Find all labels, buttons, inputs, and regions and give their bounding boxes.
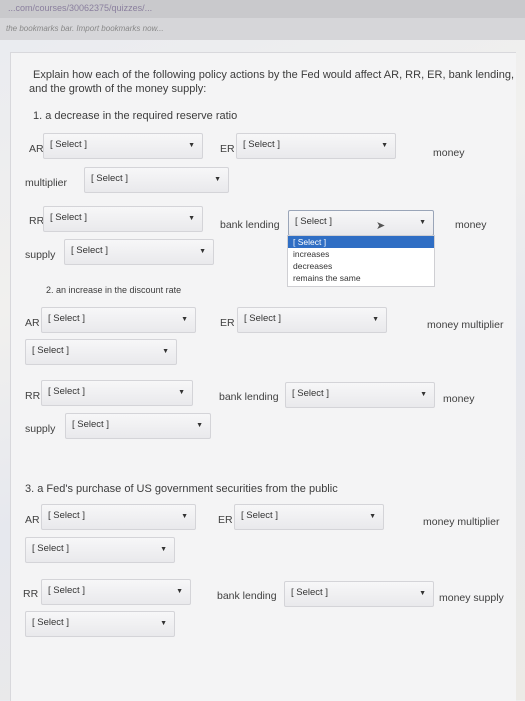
select-value: [ Select ] [243, 139, 280, 150]
select-supply-1[interactable]: [ Select ] ▼ [64, 239, 214, 265]
select-value: [ Select ] [48, 313, 85, 324]
select-ar-2[interactable]: [ Select ] ▼ [41, 307, 196, 333]
dropdown-option[interactable]: increases [288, 248, 434, 260]
select-value: [ Select ] [32, 543, 69, 554]
dropdown-arrow-icon: ▼ [160, 620, 167, 627]
dropdown-arrow-icon: ▼ [420, 391, 427, 398]
dropdown-arrow-icon: ▼ [214, 176, 221, 183]
dropdown-arrow-icon: ▼ [176, 588, 183, 595]
select-rr-3[interactable]: [ Select ] ▼ [41, 579, 191, 605]
url-text: ...com/courses/30062375/quizzes/... [8, 3, 153, 13]
question-prompt-line1: Explain how each of the following policy… [33, 69, 515, 81]
dropdown-arrow-icon: ▼ [419, 219, 426, 226]
section-2-title: 2. an increase in the discount rate [46, 285, 182, 295]
dropdown-arrow-icon: ▼ [188, 142, 195, 149]
select-money-multiplier-2[interactable]: [ Select ] ▼ [25, 339, 177, 365]
label-money-multiplier-2: money multiplier [427, 319, 504, 331]
dropdown-arrow-icon: ▼ [181, 316, 188, 323]
select-ar-1[interactable]: [ Select ] ▼ [43, 133, 203, 159]
select-value: [ Select ] [292, 388, 329, 399]
label-ar-1: AR [29, 143, 44, 155]
bookmarks-bar: the bookmarks bar. Import bookmarks now.… [0, 18, 525, 40]
select-supply-2[interactable]: [ Select ] ▼ [65, 413, 211, 439]
select-ar-3[interactable]: [ Select ] ▼ [41, 504, 196, 530]
label-bank-lending-2: bank lending [219, 391, 279, 403]
select-er-2[interactable]: [ Select ] ▼ [237, 307, 387, 333]
select-er-1[interactable]: [ Select ] ▼ [236, 133, 396, 159]
bookmarks-bar-text[interactable]: the bookmarks bar. Import bookmarks now.… [6, 24, 164, 33]
select-money-supply-3[interactable]: [ Select ] ▼ [25, 611, 175, 637]
select-value: [ Select ] [244, 313, 281, 324]
select-value: [ Select ] [91, 173, 128, 184]
label-money-multiplier-3: money multiplier [423, 516, 500, 528]
section-1-title: 1. a decrease in the required reserve ra… [33, 110, 238, 122]
select-value: [ Select ] [48, 585, 85, 596]
browser-address-bar[interactable]: ...com/courses/30062375/quizzes/... [0, 0, 525, 18]
label-bank-lending-1: bank lending [220, 219, 280, 231]
bank-lending-dropdown-menu[interactable]: [ Select ] increases decreases remains t… [287, 235, 435, 287]
select-bank-lending-1[interactable]: [ Select ] ▼ [288, 210, 434, 236]
label-ar-2: AR [25, 317, 40, 329]
section-3-title: 3. a Fed's purchase of US government sec… [25, 483, 338, 495]
mouse-cursor-icon: ➤ [376, 220, 386, 232]
label-money-1: money [433, 147, 465, 159]
dropdown-option[interactable]: [ Select ] [288, 236, 434, 248]
select-value: [ Select ] [32, 617, 69, 628]
dropdown-arrow-icon: ▼ [199, 248, 206, 255]
dropdown-option[interactable]: remains the same [288, 272, 434, 284]
dropdown-arrow-icon: ▼ [160, 546, 167, 553]
label-ar-3: AR [25, 514, 40, 526]
label-rr-2: RR [25, 390, 41, 402]
select-bank-lending-3[interactable]: [ Select ] ▼ [284, 581, 434, 607]
select-value: [ Select ] [48, 386, 85, 397]
label-er-2: ER [220, 317, 235, 329]
dropdown-arrow-icon: ▼ [369, 513, 376, 520]
dropdown-option[interactable]: decreases [288, 260, 434, 272]
select-rr-2[interactable]: [ Select ] ▼ [41, 380, 193, 406]
dropdown-arrow-icon: ▼ [188, 215, 195, 222]
label-money-2: money [455, 219, 487, 231]
select-money-multiplier-3[interactable]: [ Select ] ▼ [25, 537, 175, 563]
select-rr-1[interactable]: [ Select ] ▼ [43, 206, 203, 232]
select-er-3[interactable]: [ Select ] ▼ [234, 504, 384, 530]
label-money-3: money [443, 393, 475, 405]
dropdown-arrow-icon: ▼ [381, 142, 388, 149]
select-value: [ Select ] [32, 345, 69, 356]
select-bank-lending-2[interactable]: [ Select ] ▼ [285, 382, 435, 408]
dropdown-arrow-icon: ▼ [181, 513, 188, 520]
select-value: [ Select ] [48, 510, 85, 521]
dropdown-arrow-icon: ▼ [196, 422, 203, 429]
dropdown-arrow-icon: ▼ [419, 590, 426, 597]
quiz-question-panel: Explain how each of the following policy… [10, 52, 516, 701]
select-value: [ Select ] [72, 419, 109, 430]
label-supply-1: supply [25, 249, 56, 261]
dropdown-arrow-icon: ▼ [162, 348, 169, 355]
label-bank-lending-3: bank lending [217, 590, 277, 602]
label-money-supply-3: money supply [439, 592, 504, 604]
select-value: [ Select ] [50, 139, 87, 150]
select-value: [ Select ] [241, 510, 278, 521]
select-multiplier-1[interactable]: [ Select ] ▼ [84, 167, 229, 193]
label-multiplier-1: multiplier [25, 177, 68, 189]
select-value: [ Select ] [291, 587, 328, 598]
label-er-3: ER [218, 514, 233, 526]
label-supply-2: supply [25, 423, 56, 435]
select-value: [ Select ] [295, 216, 332, 227]
label-rr-1: RR [29, 215, 45, 227]
dropdown-arrow-icon: ▼ [178, 389, 185, 396]
select-value: [ Select ] [71, 245, 108, 256]
label-rr-3: RR [23, 588, 39, 600]
label-er-1: ER [220, 143, 235, 155]
question-prompt-line2: and the growth of the money supply: [29, 83, 207, 95]
select-value: [ Select ] [50, 212, 87, 223]
dropdown-arrow-icon: ▼ [372, 316, 379, 323]
